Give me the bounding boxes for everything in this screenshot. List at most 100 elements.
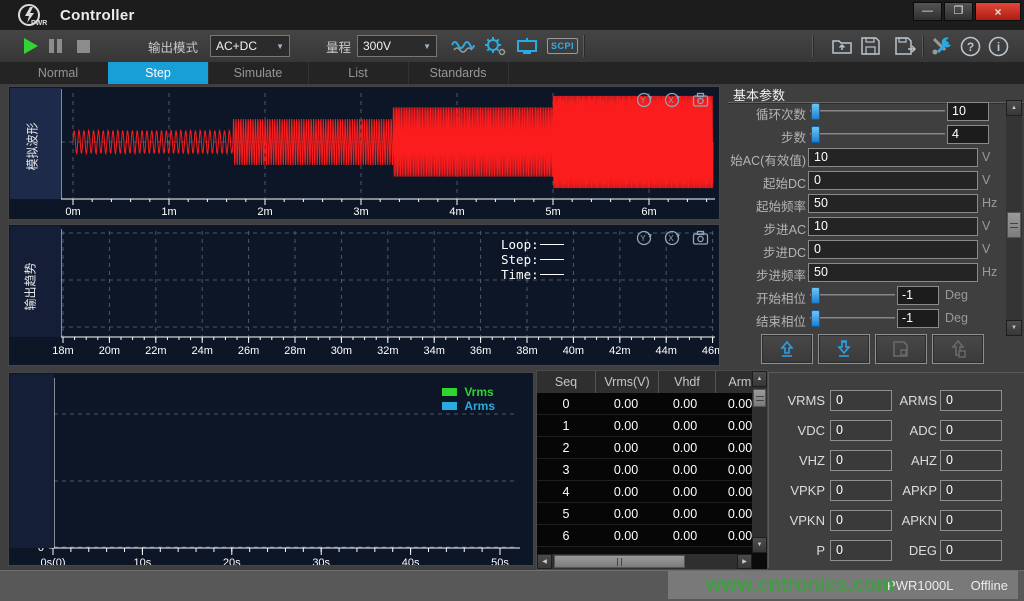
slider-handle[interactable] [811,103,820,120]
measure-ylabel-strip [10,374,54,548]
param-slider[interactable] [810,103,945,120]
table-row[interactable]: 60.000.000.00 [537,525,767,547]
settings-gear-icon[interactable] [484,36,507,56]
measurement-value-vpkn[interactable]: 0 [830,510,892,531]
measurement-value-vpkp[interactable]: 0 [830,480,892,501]
slider-handle[interactable] [811,126,820,143]
snapshot-camera-icon[interactable] [692,92,709,111]
table-row[interactable]: 00.000.000.00 [537,393,767,415]
measurement-value-adc[interactable]: 0 [940,420,1002,441]
pause-button[interactable] [48,38,63,54]
param-row-0: 循环次数10 [728,100,1004,123]
tab-list[interactable]: List [308,62,409,84]
param-label: 结束相位 [728,311,806,330]
measurement-value-vdc[interactable]: 0 [830,420,892,441]
param-value-box[interactable]: 4 [947,125,989,144]
trend-x-tick-label: 40m [563,345,584,357]
tools-wrench-icon[interactable] [930,36,954,56]
scroll-down-icon[interactable]: ▼ [752,537,767,553]
waveform-view-icon[interactable] [451,37,475,55]
measurement-value-ahz[interactable]: 0 [940,450,1002,471]
minimize-button[interactable]: — [913,2,942,21]
param-input[interactable]: 0 [808,240,978,259]
param-slider[interactable] [810,310,895,327]
slider-handle[interactable] [811,287,820,304]
x-rescale-icon[interactable]: X [664,92,681,111]
y-rescale-icon[interactable]: Y [636,92,653,111]
param-value-box[interactable]: -1 [897,286,939,305]
table-vscrollbar[interactable]: ▲ ▼ [752,371,767,553]
waveform-plot[interactable]: 0m1m2m3m4m5m6m0V [9,87,719,219]
measurement-value-p[interactable]: 0 [830,540,892,561]
measurement-value-vrms[interactable]: 0 [830,390,892,411]
scroll-right-icon[interactable]: ▶ [737,554,752,569]
measurement-value-apkp[interactable]: 0 [940,480,1002,501]
sequence-table: SeqVrms(V)VhdfArms 00.000.000.0010.000.0… [536,370,768,570]
scroll-down-icon[interactable]: ▼ [1006,320,1022,336]
tab-step[interactable]: Step [108,62,209,84]
remote-display-icon[interactable] [516,37,538,55]
param-slider[interactable] [810,287,895,304]
help-icon[interactable]: ? [960,36,981,57]
run-button[interactable] [22,37,39,55]
measurement-value-apkn[interactable]: 0 [940,510,1002,531]
trend-chart-panel: 输出趋势 0V-10V18m20m22m24m26m28m30m32m34m36… [8,224,720,366]
stop-button[interactable] [76,39,91,54]
trend-x-tick-label: 24m [191,345,212,357]
info-icon[interactable]: i [988,36,1009,57]
table-row[interactable]: 20.000.000.00 [537,437,767,459]
table-hscroll-handle[interactable] [554,555,685,568]
params-scrollbar[interactable]: ▲ ▼ [1006,100,1022,336]
y-rescale-icon[interactable]: Y [636,230,653,249]
table-row[interactable]: 10.000.000.00 [537,415,767,437]
output-mode-select[interactable]: AC+DC ▼ [210,35,290,57]
tab-normal[interactable]: Normal [8,62,109,84]
scroll-up-icon[interactable]: ▲ [752,371,767,387]
table-row[interactable]: 40.000.000.00 [537,481,767,503]
table-header-seq[interactable]: Seq [537,371,595,393]
range-select[interactable]: 300V ▼ [357,35,437,57]
param-input[interactable]: 50 [808,194,978,213]
table-row[interactable]: 30.000.000.00 [537,459,767,481]
param-input[interactable]: 10 [808,217,978,236]
trend-x-tick-label: 26m [238,345,259,357]
table-vscroll-handle[interactable] [753,389,766,407]
param-value-box[interactable]: -1 [897,309,939,328]
measurement-value-deg[interactable]: 0 [940,540,1002,561]
measurement-label-deg: DEG [893,543,937,558]
svg-text:i: i [997,40,1000,54]
download-params-button[interactable] [818,334,870,364]
save-icon[interactable] [861,37,880,55]
close-button[interactable]: × [975,2,1021,21]
maximize-button[interactable]: ❐ [944,2,973,21]
table-row[interactable]: 50.000.000.00 [537,503,767,525]
measurement-value-arms[interactable]: 0 [940,390,1002,411]
open-file-icon[interactable] [832,37,853,55]
slider-handle[interactable] [811,310,820,327]
measurement-row: VPKN0APKN0 [769,510,1024,540]
trend-x-tick-label: 46m [702,345,719,357]
param-input[interactable]: 50 [808,263,978,282]
param-input[interactable]: 10 [808,148,978,167]
params-scroll-handle[interactable] [1007,212,1021,238]
save-as-icon[interactable] [895,37,917,55]
upload-params-button[interactable] [761,334,813,364]
table-hscrollbar[interactable]: ◀ ▶ [537,554,752,569]
table-header-vrmsv[interactable]: Vrms(V) [595,371,658,393]
scroll-up-icon[interactable]: ▲ [1006,100,1022,116]
table-header-vhdf[interactable]: Vhdf [658,371,715,393]
x-rescale-icon[interactable]: X [664,230,681,249]
param-value-box[interactable]: 10 [947,102,989,121]
main-toolbar: 输出模式 AC+DC ▼ 量程 300V ▼ [0,30,1024,63]
param-slider[interactable] [810,126,945,143]
export-params-button[interactable] [932,334,984,364]
tab-simulate[interactable]: Simulate [208,62,309,84]
scpi-button[interactable]: SCPI [547,38,578,54]
snapshot-camera-icon[interactable] [692,230,709,249]
trend-plot[interactable]: 0V-10V18m20m22m24m26m28m30m32m34m36m38m4… [9,225,719,365]
save-params-button[interactable] [875,334,927,364]
param-input[interactable]: 0 [808,171,978,190]
tab-standards[interactable]: Standards [408,62,509,84]
measurement-value-vhz[interactable]: 0 [830,450,892,471]
scroll-left-icon[interactable]: ◀ [537,554,552,569]
